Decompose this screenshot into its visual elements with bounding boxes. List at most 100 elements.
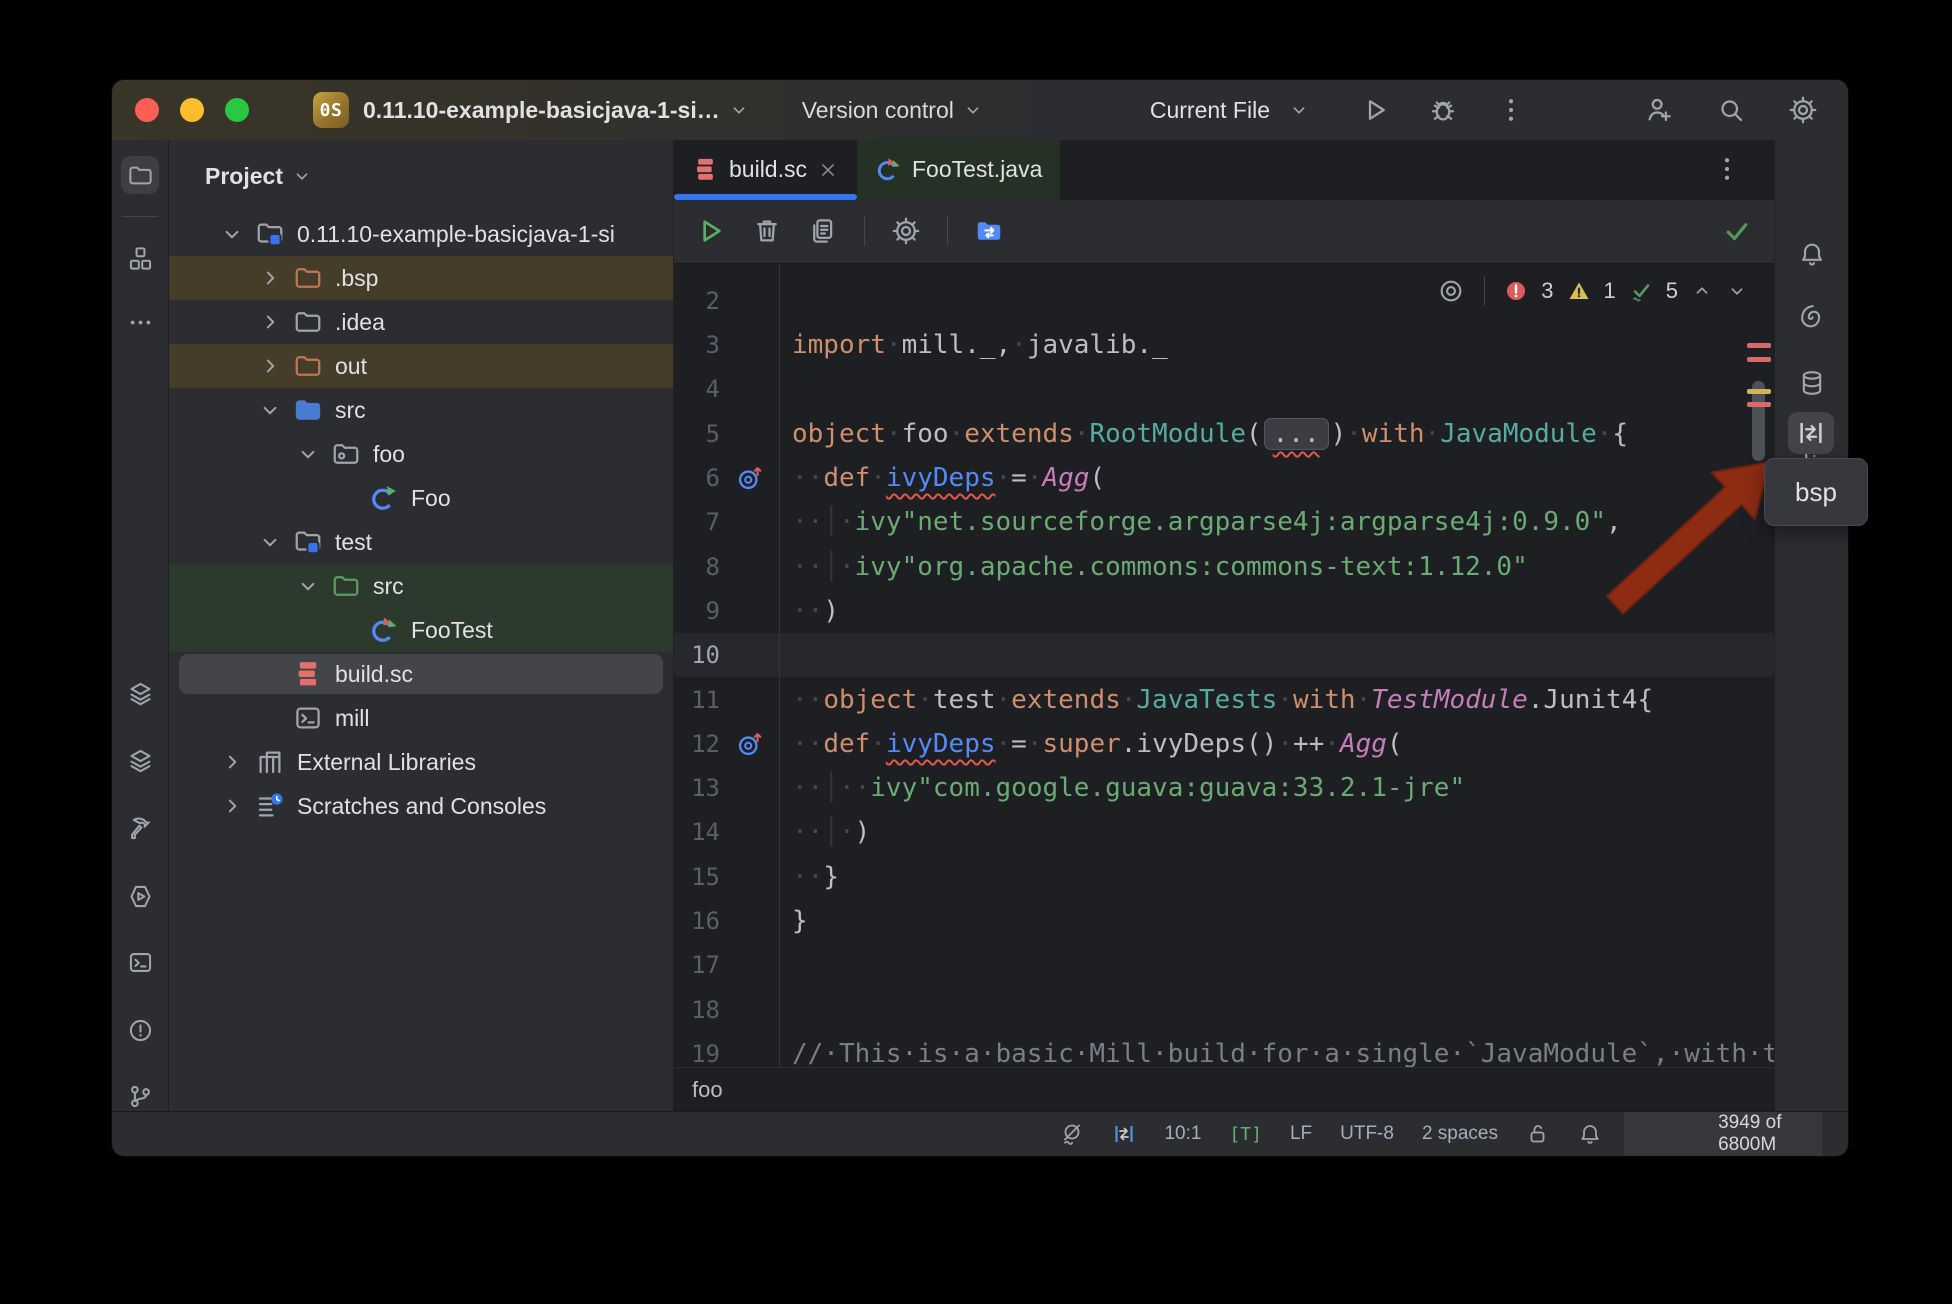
code-line-18[interactable]: 18 [674, 988, 1774, 1032]
line-separator-widget[interactable]: LF [1276, 1123, 1326, 1145]
layers2-tool-button[interactable] [121, 741, 159, 779]
error-stripe-mark[interactable] [1747, 343, 1771, 348]
git-tool-button[interactable] [121, 1077, 159, 1115]
tree-item-src[interactable]: src [169, 388, 673, 432]
code-line-6[interactable]: 6··def·ivyDeps·=·Agg( [674, 456, 1774, 500]
code-line-19[interactable]: 19//·This·is·a·basic·Mill·build·for·a·si… [674, 1032, 1774, 1067]
tree-item-build-sc[interactable]: build.sc [169, 652, 673, 696]
tab-build-sc[interactable]: build.sc [674, 140, 857, 200]
encoding-widget[interactable]: UTF-8 [1326, 1123, 1408, 1145]
project-tool-button[interactable] [121, 156, 159, 194]
tree-item-external-libraries[interactable]: External Libraries [169, 740, 673, 784]
breadcrumb-item[interactable]: foo [692, 1077, 723, 1103]
code-line-13[interactable]: 13··│··ivy"com.google.guava:guava:33.2.1… [674, 766, 1774, 810]
run-configuration-widget[interactable]: Current File [1150, 95, 1526, 125]
code-line-16[interactable]: 16} [674, 899, 1774, 943]
error-badge-icon[interactable] [1504, 279, 1528, 303]
chevron-right-icon[interactable] [219, 793, 245, 819]
version-control-menu[interactable]: Version control [802, 97, 984, 124]
run-button[interactable] [1360, 95, 1390, 125]
close-icon[interactable] [817, 159, 839, 181]
chevron-down-icon[interactable] [219, 221, 245, 247]
more-actions-kebab-icon[interactable] [1496, 95, 1526, 125]
code-line-11[interactable]: 11··object·test·extends·JavaTests·with·T… [674, 677, 1774, 721]
tree-item-foo[interactable]: foo [169, 432, 673, 476]
tree-item-scratches-and-consoles[interactable]: Scratches and Consoles [169, 784, 673, 828]
project-title[interactable]: 0.11.10-example-basicjava-1-si… [363, 97, 720, 124]
code-line-4[interactable]: 4 [674, 367, 1774, 411]
database-icon[interactable] [1798, 369, 1826, 397]
type-aware-highlighting-widget[interactable]: [T] [1215, 1124, 1276, 1145]
copy-button[interactable] [808, 216, 838, 246]
layers-tool-button[interactable] [121, 674, 159, 712]
override-gutter-icon[interactable] [720, 464, 779, 492]
tree-item-foo[interactable]: Foo [169, 476, 673, 520]
structure-tool-button[interactable] [121, 239, 159, 277]
problems-tool-button[interactable] [121, 1011, 159, 1049]
build-tool-button[interactable] [121, 809, 159, 847]
code-line-5[interactable]: 5object·foo·extends·RootModule(...)·with… [674, 412, 1774, 456]
tab-options-kebab-icon[interactable] [1712, 154, 1742, 184]
code-line-12[interactable]: 12··def·ivyDeps·=·super.ivyDeps()·++·Agg… [674, 722, 1774, 766]
code-line-15[interactable]: 15··} [674, 855, 1774, 899]
zoom-window-button[interactable] [225, 98, 249, 122]
error-stripe-mark[interactable] [1747, 402, 1771, 407]
next-problem-chevron-icon[interactable] [1726, 280, 1748, 302]
chevron-right-icon[interactable] [257, 353, 283, 379]
notifications-bell-icon[interactable] [1798, 240, 1826, 268]
tree-item-src[interactable]: src [169, 564, 673, 608]
terminal-tool-button[interactable] [121, 943, 159, 981]
highlighting-level-widget[interactable] [1046, 1122, 1098, 1146]
services-tool-button[interactable] [121, 877, 159, 915]
minimize-window-button[interactable] [180, 98, 204, 122]
tree-item-test[interactable]: test [169, 520, 673, 564]
run-script-button[interactable] [694, 215, 726, 247]
tree-item--bsp[interactable]: .bsp [169, 256, 673, 300]
debug-button[interactable] [1428, 95, 1458, 125]
code-line-8[interactable]: 8··│·ivy"org.apache.commons:commons-text… [674, 545, 1774, 589]
chevron-down-icon[interactable] [295, 573, 321, 599]
caret-position-widget[interactable]: 10:1 [1150, 1123, 1215, 1145]
delete-button[interactable] [752, 216, 782, 246]
indent-widget[interactable]: 2 spaces [1408, 1123, 1512, 1145]
project-panel-header[interactable]: Project [169, 140, 673, 212]
tab-footest-java[interactable]: FooTest.java [857, 140, 1060, 200]
chevron-right-icon[interactable] [257, 309, 283, 335]
memory-indicator[interactable]: 3949 of 6800M [1624, 1112, 1822, 1156]
chevron-down-icon[interactable] [257, 397, 283, 423]
chevron-right-icon[interactable] [257, 265, 283, 291]
tree-item--idea[interactable]: .idea [169, 300, 673, 344]
warning-badge-icon[interactable] [1567, 279, 1591, 303]
code-line-14[interactable]: 14··│·) [674, 810, 1774, 854]
more-tools-button[interactable] [121, 303, 159, 341]
chevron-right-icon[interactable] [219, 749, 245, 775]
code-with-me-button[interactable] [1644, 95, 1674, 125]
close-window-button[interactable] [135, 98, 159, 122]
ai-assistant-icon[interactable] [1798, 303, 1826, 331]
chevron-down-icon[interactable] [257, 529, 283, 555]
project-badge[interactable]: 0S [313, 92, 349, 128]
tree-item-0-11-10-example-basicjava-1-si[interactable]: 0.11.10-example-basicjava-1-si [169, 212, 673, 256]
preview-eye-icon[interactable] [1437, 277, 1465, 305]
search-everywhere-button[interactable] [1716, 95, 1746, 125]
tree-item-footest[interactable]: FooTest [169, 608, 673, 652]
code-line-17[interactable]: 17 [674, 943, 1774, 987]
warning-stripe-mark[interactable] [1747, 389, 1771, 394]
write-access-lock-widget[interactable] [1512, 1122, 1564, 1146]
bsp-tool-button[interactable] [1788, 412, 1834, 454]
error-stripe[interactable] [1745, 264, 1773, 1067]
code-line-3[interactable]: 3import·mill._,·javalib._ [674, 323, 1774, 367]
code-line-7[interactable]: 7··│·ivy"net.sourceforge.argparse4j:argp… [674, 500, 1774, 544]
code-editor[interactable]: ····23import·mill._,·javalib._45object·f… [674, 264, 1774, 1067]
notifications-widget[interactable] [1564, 1122, 1616, 1146]
code-line-9[interactable]: 9··) [674, 589, 1774, 633]
settings-gear-button[interactable] [891, 216, 921, 246]
error-stripe-mark[interactable] [1747, 357, 1771, 362]
override-gutter-icon[interactable] [720, 730, 779, 758]
tree-item-mill[interactable]: mill [169, 696, 673, 740]
bsp-status-widget[interactable] [1098, 1122, 1150, 1146]
tree-item-out[interactable]: out [169, 344, 673, 388]
settings-button[interactable] [1788, 95, 1818, 125]
code-line-10[interactable]: 10 [674, 633, 1774, 677]
ok-badge-icon[interactable] [1629, 279, 1653, 303]
